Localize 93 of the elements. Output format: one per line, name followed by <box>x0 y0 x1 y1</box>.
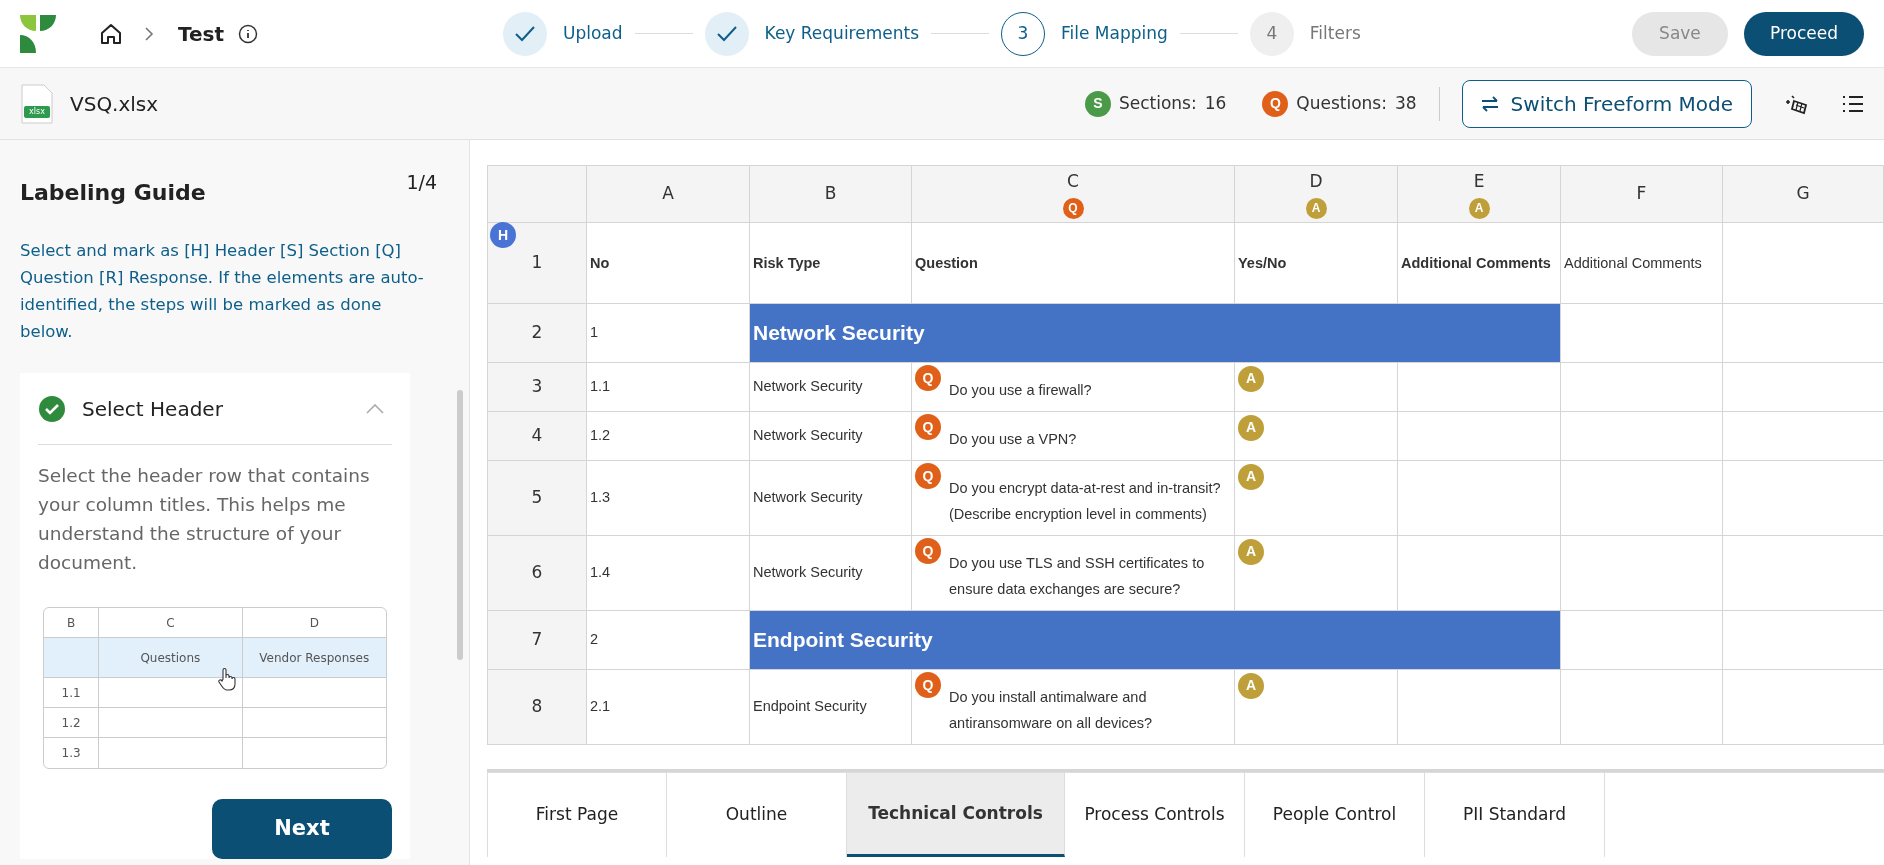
table-cell: 1 <box>586 303 750 363</box>
row-number: 3 <box>531 376 543 397</box>
row-number: 1 <box>531 252 543 273</box>
question-badge: Q <box>915 538 941 564</box>
column-header[interactable]: G <box>1722 165 1884 223</box>
section-heading: Endpoint Security <box>749 610 1561 670</box>
table-cell: 2.1 <box>586 669 750 745</box>
column-letter: C <box>1066 169 1080 193</box>
question-badge: Q <box>915 365 941 391</box>
answer-badge: A <box>1238 672 1264 699</box>
scrollbar-thumb[interactable] <box>457 390 463 660</box>
table-cell: 1.1 <box>586 362 750 412</box>
question-badge: Q <box>1262 90 1289 117</box>
row-number: 5 <box>531 487 543 508</box>
table-cell: Network Security <box>749 535 912 611</box>
info-icon[interactable] <box>238 23 258 44</box>
logo-icon[interactable] <box>20 14 56 53</box>
stat-value: 16 <box>1204 91 1227 115</box>
column-header[interactable]: A <box>586 165 750 223</box>
column-header[interactable]: B <box>749 165 912 223</box>
step-label: Filters <box>1309 21 1361 45</box>
column-header[interactable]: F <box>1560 165 1723 223</box>
sheet-tab[interactable]: Technical Controls <box>847 773 1065 857</box>
swap-icon <box>1480 95 1499 112</box>
hand-cursor-icon <box>217 667 236 691</box>
table-cell: 1.2 <box>586 411 750 461</box>
sheet-tab[interactable]: First Page <box>487 773 667 857</box>
question-badge: Q <box>915 672 941 698</box>
table-cell: Network Security <box>749 411 912 461</box>
switch-mode-button[interactable]: Switch Freeform Mode <box>1461 79 1752 128</box>
row-label: 1.2 <box>44 708 100 738</box>
answer-badge: A <box>1238 463 1264 490</box>
table-cell: Network Security <box>749 362 912 412</box>
list-icon[interactable] <box>1842 94 1864 113</box>
row-label: 1.1 <box>44 678 100 708</box>
step-label: File Mapping <box>1061 21 1168 45</box>
column-letter: E <box>1472 169 1486 193</box>
header-cell: Vendor Responses <box>242 638 386 678</box>
check-icon <box>716 25 737 42</box>
step-description: Select the header row that contains your column titles. This helps me understand the structure of your document. <box>38 464 371 575</box>
next-button[interactable]: Next <box>212 799 392 859</box>
answer-badge: A <box>1468 197 1490 219</box>
question-text: Do you use TLS and SSH certificates to ensure data exchanges are secure? <box>949 554 1206 599</box>
section-heading: Network Security <box>749 303 1561 363</box>
table-cell: Question <box>911 222 1235 304</box>
question-badge: Q <box>1062 197 1084 219</box>
column-letter: D <box>1308 169 1324 193</box>
chevron-right-icon <box>144 26 154 41</box>
question-text: Do you encrypt data-at-rest and in-transit? (Describe encryption level in comments) <box>949 479 1222 524</box>
table-cell: Endpoint Security <box>749 669 912 745</box>
row-number: 4 <box>531 425 543 446</box>
table-cell: Yes/No <box>1234 222 1398 304</box>
row-number: 6 <box>531 562 543 583</box>
stat-value: 38 <box>1394 91 1417 115</box>
table-cell: Additional Comments <box>1397 222 1561 304</box>
step-indicator: 4 <box>1249 11 1294 56</box>
table-cell: 2 <box>586 610 750 670</box>
step-label: Upload <box>563 21 623 45</box>
row-number: 7 <box>531 629 543 650</box>
home-icon[interactable] <box>100 22 122 45</box>
question-badge: Q <box>915 463 941 489</box>
step-title: Select Header <box>82 395 223 423</box>
header-badge: H <box>490 222 516 248</box>
answer-badge: A <box>1238 414 1264 441</box>
answer-badge: A <box>1238 538 1264 565</box>
file-type-label: xlsx <box>28 105 46 118</box>
row-label: 1.3 <box>44 738 100 768</box>
stat-label: Sections: <box>1118 91 1197 115</box>
row-number: 2 <box>531 322 543 343</box>
table-cell: Additional Comments <box>1560 222 1723 304</box>
row-number: 8 <box>531 696 543 717</box>
step-indicator: 3 <box>1001 11 1045 56</box>
page-counter: 1/4 <box>406 170 437 195</box>
question-text: Do you use a VPN? <box>949 430 1078 449</box>
table-cell: Risk Type <box>749 222 912 304</box>
guide-title: Labeling Guide <box>20 179 206 207</box>
answer-badge: A <box>1238 365 1264 392</box>
question-text: Do you install antimalware and antiransomware on all devices? <box>949 688 1154 733</box>
proceed-button[interactable]: Proceed <box>1743 11 1864 56</box>
guide-intro: Select and mark as [H] Header [S] Section [Q] Question [R] Response. If the elements are auto-identified, the steps will be marked as done below. <box>19 240 425 343</box>
check-icon <box>515 25 535 42</box>
question-badge: Q <box>915 414 941 440</box>
table-cell: 1.3 <box>586 460 750 536</box>
question-text: Do you use a firewall? <box>949 381 1093 400</box>
file-name: VSQ.xlsx <box>70 90 159 118</box>
answer-badge: A <box>1305 197 1327 219</box>
section-badge: S <box>1084 90 1111 117</box>
table-cell: No <box>586 222 750 304</box>
page-title: Test <box>178 20 224 48</box>
table-cell: Network Security <box>749 460 912 536</box>
table-cell: 1.4 <box>586 535 750 611</box>
stat-label: Questions: <box>1296 91 1387 115</box>
step-label: Key Requirements <box>764 21 919 45</box>
